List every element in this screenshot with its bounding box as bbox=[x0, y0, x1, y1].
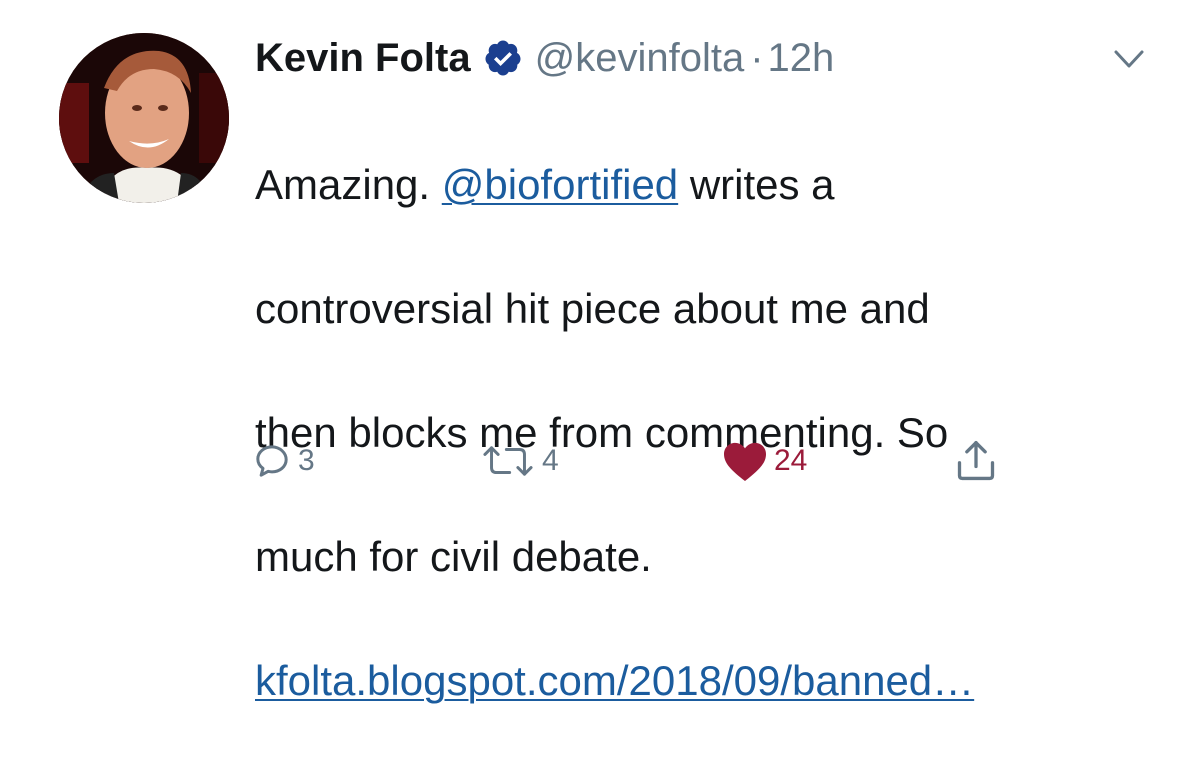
tweet-text-line-2: controversial hit piece about me and bbox=[255, 285, 930, 332]
avatar[interactable] bbox=[59, 33, 229, 203]
verified-badge-icon bbox=[483, 38, 523, 78]
share-icon bbox=[957, 441, 995, 481]
avatar-image bbox=[59, 33, 229, 203]
timestamp[interactable]: 12h bbox=[768, 36, 835, 81]
tweet-header: Kevin Folta @kevinfolta · 12h bbox=[255, 28, 834, 88]
url-link[interactable]: kfolta.blogspot.com/2018/09/banned… bbox=[255, 657, 974, 704]
reply-button[interactable]: 3 bbox=[252, 436, 315, 486]
separator: · bbox=[750, 35, 764, 80]
tweet-text-line-1: Amazing. @biofortified writes a bbox=[255, 154, 1155, 216]
like-count: 24 bbox=[774, 444, 808, 477]
tweet-text: Amazing. @biofortified writes a controve… bbox=[255, 92, 1155, 774]
tweet-text-line-5: kfolta.blogspot.com/2018/09/banned… bbox=[255, 650, 1155, 712]
tweet-text-line-4: much for civil debate. bbox=[255, 533, 652, 580]
retweet-icon bbox=[483, 446, 533, 476]
tweet-text-segment: Amazing. bbox=[255, 161, 442, 208]
tweet-text-segment: writes a bbox=[678, 161, 835, 208]
author-handle[interactable]: @kevinfolta bbox=[535, 36, 745, 81]
mention-link[interactable]: @biofortified bbox=[442, 161, 678, 208]
reply-icon bbox=[256, 445, 288, 477]
action-bar: 3 4 24 bbox=[252, 436, 1012, 486]
reply-count: 3 bbox=[298, 444, 315, 477]
chevron-down-icon[interactable] bbox=[1112, 44, 1146, 74]
retweet-button[interactable]: 4 bbox=[480, 436, 559, 486]
heart-icon bbox=[724, 442, 766, 482]
author-name[interactable]: Kevin Folta bbox=[255, 36, 471, 81]
like-button[interactable]: 24 bbox=[722, 436, 807, 486]
retweet-count: 4 bbox=[542, 444, 559, 477]
share-button[interactable] bbox=[954, 436, 998, 486]
